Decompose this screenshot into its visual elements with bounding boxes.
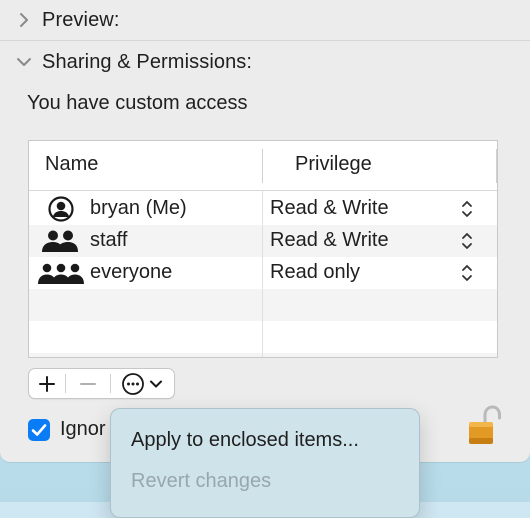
- empty-row: [29, 321, 497, 353]
- row-name: staff: [90, 229, 128, 251]
- minus-icon: [80, 382, 96, 385]
- row-name: bryan (Me): [90, 197, 187, 219]
- remove-button[interactable]: [66, 369, 110, 398]
- row-privilege[interactable]: Read & Write: [270, 197, 389, 220]
- chevron-down-icon: [150, 380, 162, 387]
- column-header-privilege[interactable]: Privilege: [295, 153, 372, 176]
- updown-chevron-icon[interactable]: [461, 264, 473, 282]
- checkmark-icon: [31, 424, 47, 436]
- section-sharing[interactable]: Sharing & Permissions:: [0, 42, 530, 82]
- table-header: Name Privilege: [29, 141, 497, 191]
- column-divider[interactable]: [496, 149, 497, 183]
- table-row[interactable]: staff Read & Write: [29, 225, 497, 257]
- chevron-down-icon[interactable]: [14, 52, 34, 72]
- add-button[interactable]: [29, 369, 65, 398]
- section-title-preview: Preview:: [42, 8, 120, 31]
- plus-icon: [39, 375, 55, 392]
- row-name: everyone: [90, 261, 173, 283]
- updown-chevron-icon[interactable]: [461, 232, 473, 250]
- group-icon: [42, 230, 78, 252]
- row-privilege[interactable]: Read & Write: [270, 229, 389, 252]
- chevron-right-icon[interactable]: [14, 10, 34, 30]
- column-header-name[interactable]: Name: [45, 153, 98, 176]
- updown-chevron-icon[interactable]: [461, 200, 473, 218]
- section-divider: [0, 40, 530, 41]
- action-menu-button[interactable]: [111, 369, 174, 398]
- row-privilege[interactable]: Read only: [270, 261, 360, 284]
- menu-item-apply-enclosed[interactable]: Apply to enclosed items...: [131, 429, 359, 452]
- ignore-ownership-label[interactable]: Ignor: [60, 418, 106, 441]
- permissions-table: Name Privilege bryan (Me) Read & Write s…: [28, 140, 498, 358]
- everyone-icon: [38, 263, 84, 284]
- lock-open-icon[interactable]: [466, 404, 502, 448]
- section-preview[interactable]: Preview:: [0, 0, 530, 40]
- menu-item-revert-changes: Revert changes: [131, 470, 272, 492]
- permissions-toolbar: [28, 368, 175, 399]
- section-title-sharing: Sharing & Permissions:: [42, 50, 253, 73]
- column-separator: [262, 191, 263, 357]
- ellipsis-circle-icon: [122, 372, 144, 395]
- access-status-text: You have custom access: [27, 92, 248, 114]
- empty-row: [29, 353, 497, 357]
- empty-row: [29, 289, 497, 321]
- ignore-ownership-checkbox[interactable]: [28, 419, 50, 441]
- info-panel: Preview: Sharing & Permissions: You have…: [0, 0, 530, 462]
- table-row[interactable]: bryan (Me) Read & Write: [29, 193, 497, 225]
- table-row[interactable]: everyone Read only: [29, 257, 497, 289]
- column-divider[interactable]: [262, 149, 263, 183]
- single-user-icon: [48, 196, 74, 222]
